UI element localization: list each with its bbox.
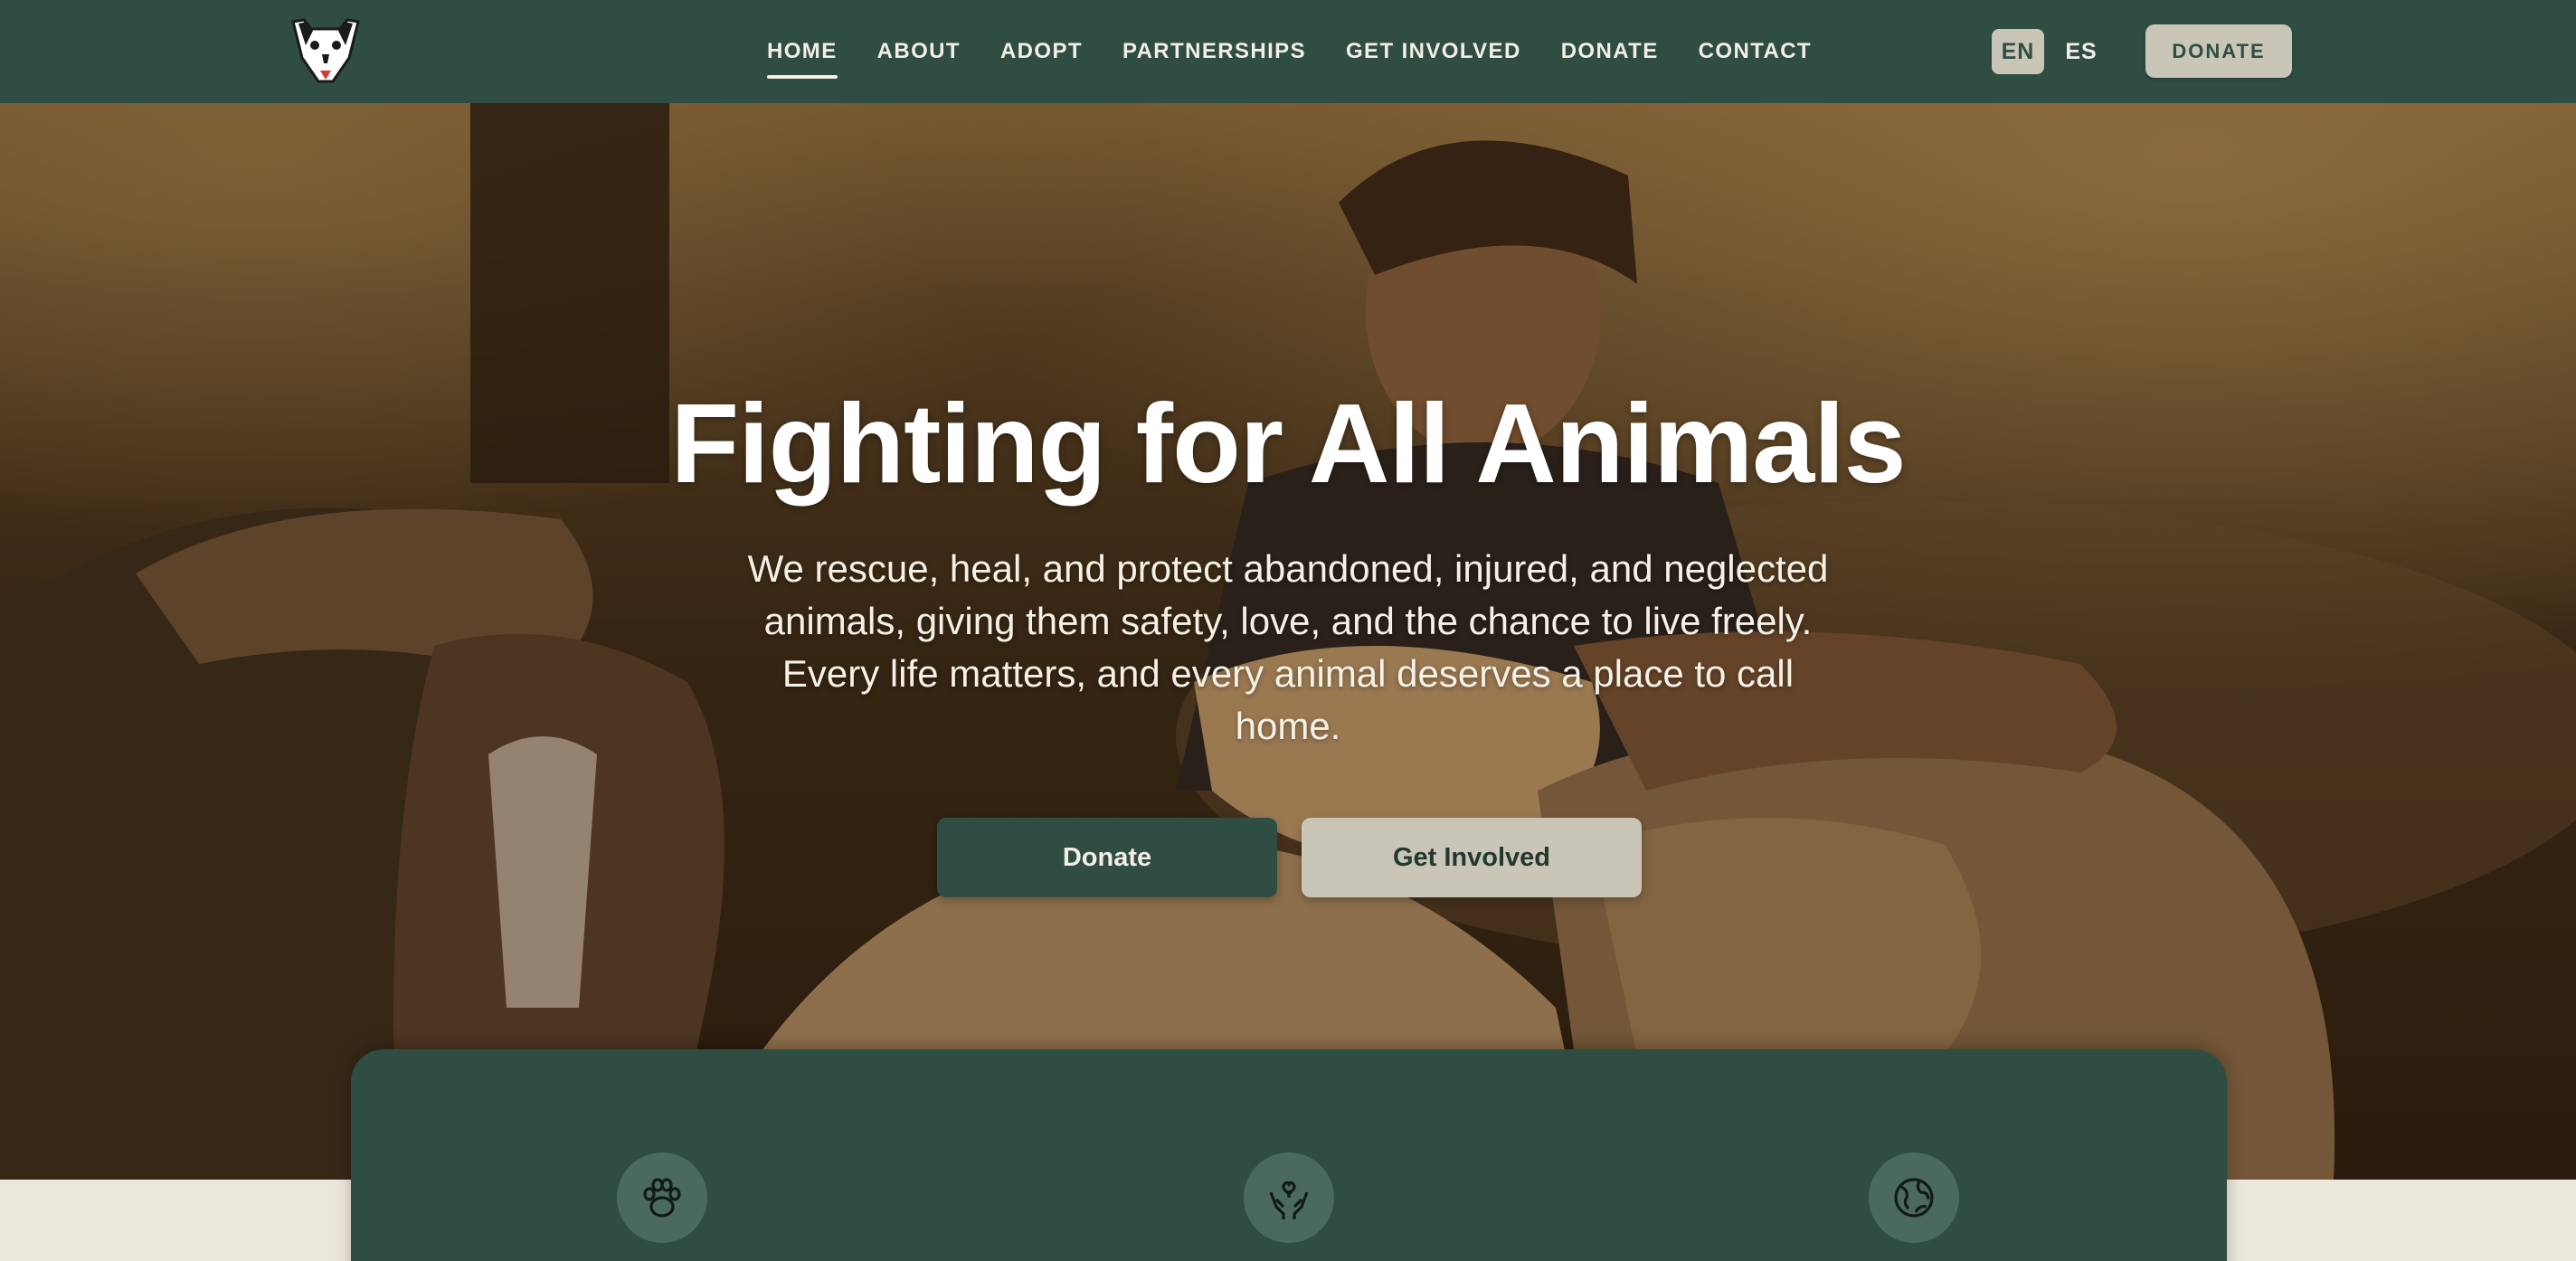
language-en-button[interactable]: EN (1992, 29, 2044, 74)
paw-icon (617, 1152, 707, 1243)
hero-section: Fighting for All Animals We rescue, heal… (0, 103, 2576, 1180)
language-es-button[interactable]: ES (2055, 29, 2107, 74)
nav-about[interactable]: ABOUT (877, 39, 961, 64)
heart-hands-icon (1244, 1152, 1334, 1243)
nav-partnerships[interactable]: PARTNERSHIPS (1122, 39, 1306, 64)
nav-contact[interactable]: CONTACT (1699, 39, 1812, 64)
nav-adopt[interactable]: ADOPT (1000, 39, 1083, 64)
hero-description: We rescue, heal, and protect abandoned, … (747, 547, 1829, 747)
hero-donate-button[interactable]: Donate (937, 818, 1277, 897)
nav-home[interactable]: HOME (767, 39, 838, 79)
globe-icon (1869, 1152, 1959, 1243)
hero-title: Fighting for All Animals (670, 382, 1906, 507)
header-donate-button[interactable]: DONATE (2145, 24, 2292, 78)
features-card (351, 1049, 2227, 1261)
dog-face-logo[interactable] (289, 18, 362, 85)
hero-get-involved-button[interactable]: Get Involved (1302, 818, 1642, 897)
nav-donate[interactable]: DONATE (1561, 39, 1659, 64)
nav-get-involved[interactable]: GET INVOLVED (1346, 39, 1521, 64)
main-nav: HOME ABOUT ADOPT PARTNERSHIPS GET INVOLV… (767, 0, 1852, 103)
site-header: HOME ABOUT ADOPT PARTNERSHIPS GET INVOLV… (0, 0, 2576, 103)
